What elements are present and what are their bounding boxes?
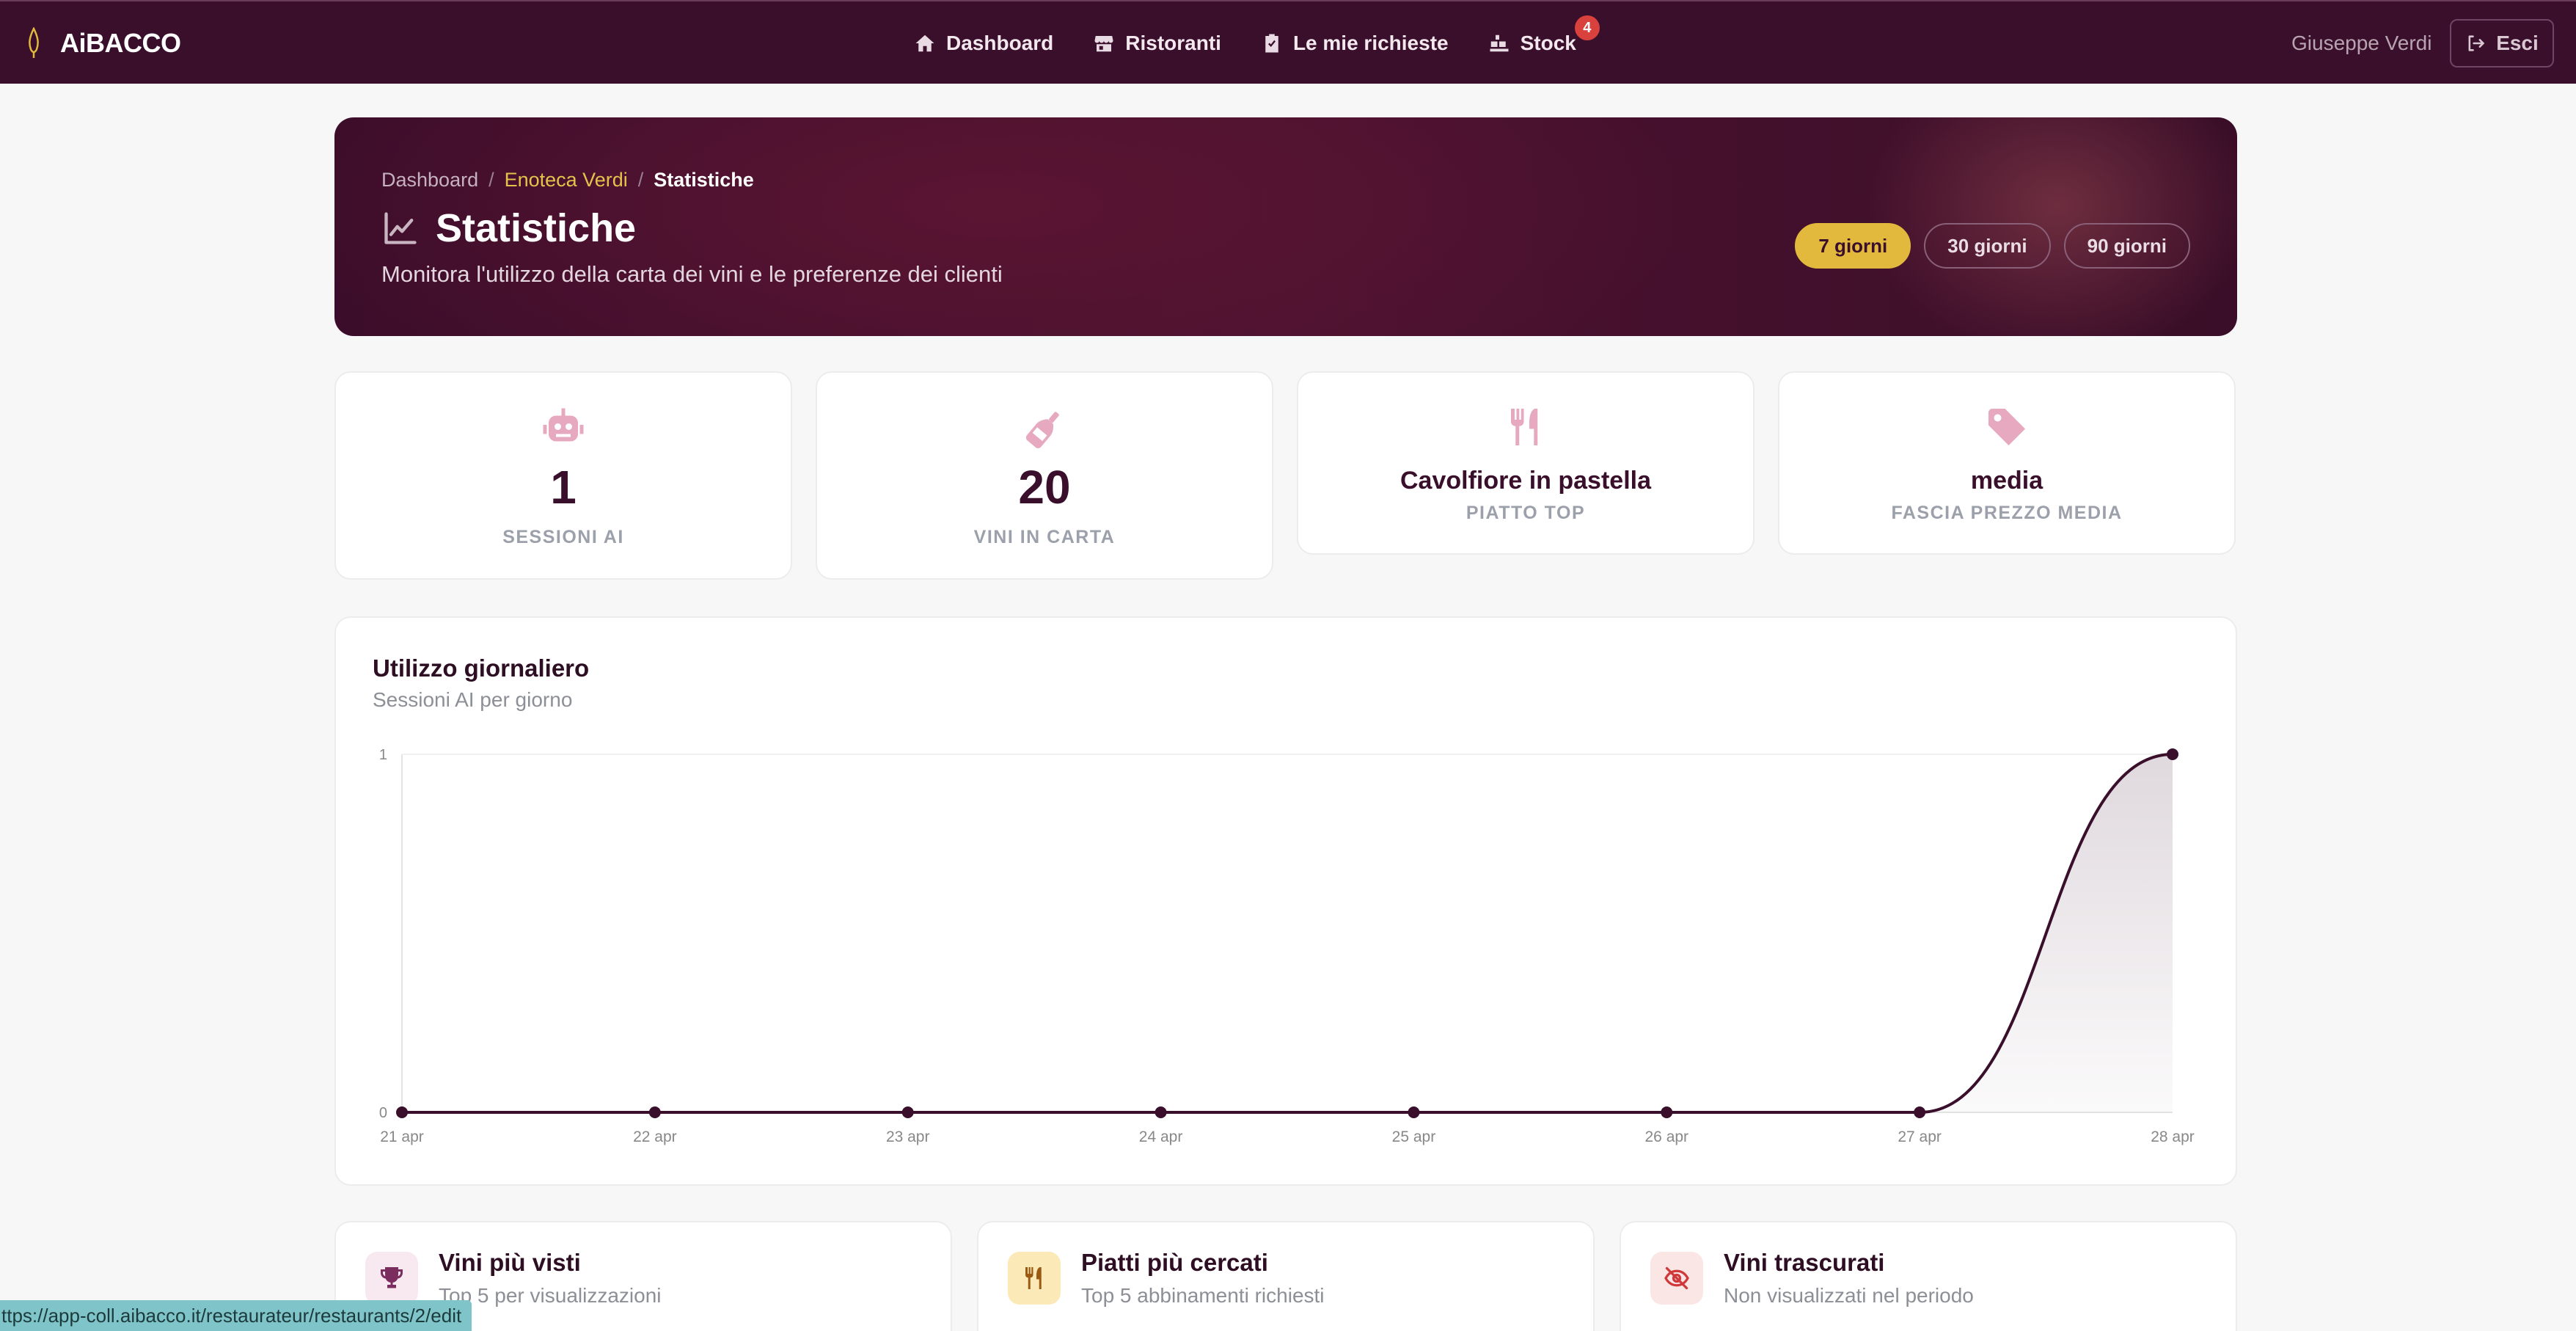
x-tick-label: 25 apr — [1392, 1128, 1436, 1145]
data-point — [2167, 748, 2178, 760]
data-point — [1914, 1106, 1926, 1118]
nav-stock-label: Stock — [1520, 32, 1576, 54]
breadcrumb-separator: / — [489, 169, 494, 191]
daily-usage-card: Utilizzo giornaliero Sessioni AI per gio… — [334, 616, 2237, 1186]
nav-stock[interactable]: Stock 4 — [1488, 15, 1600, 55]
page-title-row: Statistiche — [381, 205, 636, 251]
utensils-icon-box — [1008, 1252, 1061, 1305]
card-title: Piatti più cercati — [1081, 1249, 1268, 1276]
stat-value: media — [1970, 467, 2043, 495]
tag-icon — [1988, 409, 2025, 445]
wine-bottle-icon — [1025, 412, 1059, 448]
card-subtitle: Top 5 abbinamenti richiesti — [1081, 1284, 1325, 1307]
stat-card-wines: 20 VINI IN CARTA — [816, 371, 1273, 580]
brand[interactable]: AiBACCO — [26, 1, 181, 85]
store-icon — [1094, 36, 1113, 52]
period-30-days-button[interactable]: 30 giorni — [1924, 223, 2051, 269]
home-icon — [915, 34, 934, 52]
card-title: Vini trascurati — [1724, 1249, 1885, 1276]
eye-slash-icon-box — [1650, 1252, 1703, 1305]
stat-value: 20 — [1018, 461, 1071, 514]
y-tick-label: 1 — [379, 747, 387, 763]
card-subtitle: Non visualizzati nel periodo — [1724, 1284, 1974, 1307]
daily-usage-chart: 0 1 21 apr 22 apr 23 apr 24 apr 25 apr 26 apr 27… — [379, 747, 2195, 1145]
utensils-icon — [1025, 1267, 1042, 1289]
clipboard-check-icon — [1265, 34, 1278, 53]
stat-label: SESSIONI AI — [502, 527, 624, 547]
series-area — [402, 754, 2173, 1112]
fork-knife-icon — [1511, 409, 1538, 445]
breadcrumb-separator: / — [637, 169, 644, 191]
main-nav: Dashboard Ristoranti Le mie richieste St… — [914, 1, 1600, 85]
stat-value: Cavolfiore in pastella — [1400, 467, 1651, 495]
trophy-icon — [381, 1267, 403, 1288]
page-header: Dashboard / Enoteca Verdi / Statistiche … — [334, 117, 2237, 336]
stat-label: FASCIA PREZZO MEDIA — [1891, 503, 2123, 523]
nav-richieste-label: Le mie richieste — [1292, 32, 1449, 54]
series-line — [401, 753, 2173, 1115]
trophy-icon-box — [365, 1252, 418, 1305]
neglected-wines-card: Vini trascurati Non visualizzati nel per… — [1620, 1221, 2237, 1331]
brand-name: AiBACCO — [60, 28, 181, 58]
data-point — [1155, 1106, 1167, 1118]
user-name[interactable]: Giuseppe Verdi — [2291, 1, 2432, 85]
nav-dashboard-label: Dashboard — [946, 32, 1054, 54]
nav-richieste[interactable]: Le mie richieste — [1261, 32, 1449, 55]
line-chart-icon — [384, 212, 417, 244]
data-point — [396, 1106, 408, 1118]
page-title: Statistiche — [436, 206, 637, 250]
x-tick-label: 27 apr — [1898, 1128, 1942, 1145]
breadcrumb: Dashboard / Enoteca Verdi / Statistiche — [381, 169, 754, 192]
breadcrumb-dashboard[interactable]: Dashboard — [381, 169, 478, 192]
nav-ristoranti[interactable]: Ristoranti — [1093, 32, 1221, 55]
stat-value: 1 — [550, 461, 577, 514]
nav-ristoranti-label: Ristoranti — [1125, 32, 1221, 54]
logout-icon — [2468, 35, 2484, 51]
robot-icon — [543, 408, 584, 442]
logout-label: Esci — [2496, 32, 2539, 54]
data-point — [1661, 1106, 1673, 1118]
status-bar-url: ttps://app-coll.aibacco.it/restaurateur/… — [0, 1300, 472, 1331]
boxes-icon — [1490, 34, 1509, 52]
stat-label: VINI IN CARTA — [973, 527, 1116, 547]
y-tick-label: 0 — [379, 1105, 387, 1121]
period-90-days-button[interactable]: 90 giorni — [2063, 223, 2190, 269]
period-selector: 7 giorni 30 giorni 90 giorni — [1795, 223, 2190, 269]
x-tick-label: 24 apr — [1139, 1128, 1183, 1145]
top-navbar: AiBACCO Dashboard Ristoranti Le mie rich… — [0, 0, 2576, 84]
stat-card-sessions: 1 SESSIONI AI — [334, 371, 792, 580]
x-tick-label: 21 apr — [380, 1128, 424, 1145]
stat-card-top-dish: Cavolfiore in pastella PIATTO TOP — [1297, 371, 1754, 555]
x-tick-label: 22 apr — [633, 1128, 677, 1145]
breadcrumb-restaurant[interactable]: Enoteca Verdi — [505, 169, 628, 192]
logout-button[interactable]: Esci — [2450, 19, 2554, 68]
data-point — [1408, 1106, 1420, 1118]
card-title: Vini più visti — [439, 1249, 581, 1276]
x-tick-label: 23 apr — [886, 1128, 930, 1145]
data-point — [648, 1106, 661, 1118]
stat-label: PIATTO TOP — [1466, 503, 1586, 523]
card-subtitle: Top 5 per visualizzazioni — [439, 1284, 662, 1307]
breadcrumb-current: Statistiche — [654, 169, 754, 191]
stat-card-price-range: media FASCIA PREZZO MEDIA — [1778, 371, 2236, 555]
wine-drop-icon — [29, 27, 39, 58]
period-7-days-button[interactable]: 7 giorni — [1795, 223, 1911, 269]
most-searched-dishes-card: Piatti più cercati Top 5 abbinamenti ric… — [977, 1221, 1595, 1331]
data-point — [901, 1106, 914, 1118]
stock-badge: 4 — [1574, 15, 1600, 40]
eye-slash-icon — [1664, 1266, 1689, 1290]
x-tick-label: 26 apr — [1645, 1128, 1689, 1145]
page-subtitle: Monitora l'utilizzo della carta dei vini… — [381, 261, 1003, 287]
x-tick-label: 28 apr — [2151, 1128, 2195, 1145]
nav-dashboard[interactable]: Dashboard — [914, 32, 1053, 55]
